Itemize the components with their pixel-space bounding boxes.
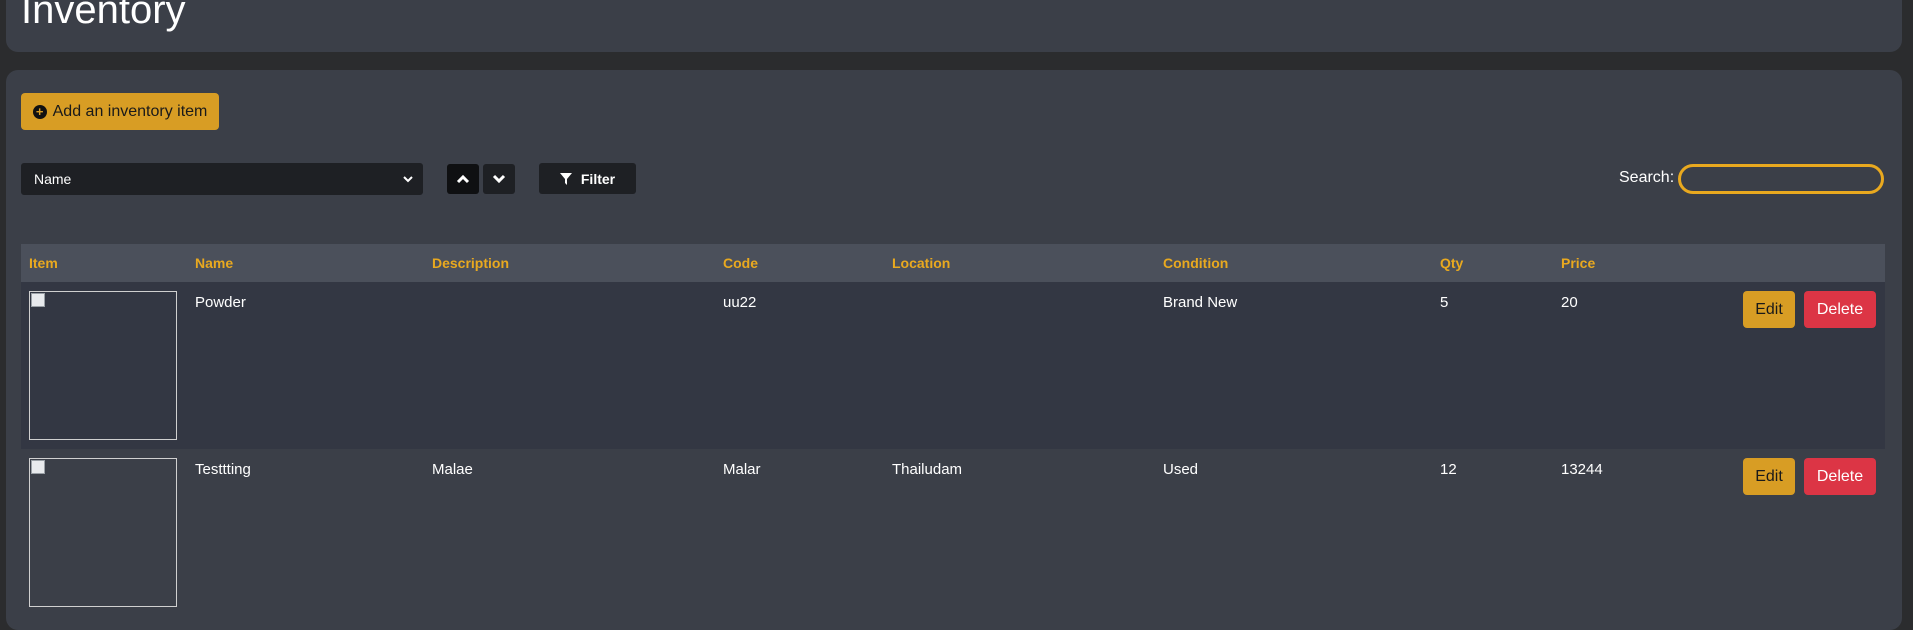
item-condition: Brand New (1163, 294, 1238, 311)
filter-icon (559, 172, 572, 185)
sort-ascending-button[interactable] (447, 164, 479, 194)
chevron-down-icon (403, 176, 413, 183)
broken-image-icon (31, 460, 45, 474)
item-qty: 5 (1440, 294, 1449, 311)
add-inventory-item-button[interactable]: + Add an inventory item (21, 93, 219, 130)
item-name: Powder (195, 294, 246, 311)
item-price: 20 (1561, 294, 1578, 311)
item-image[interactable] (29, 291, 177, 440)
add-inventory-item-label: Add an inventory item (52, 102, 208, 120)
item-location: Thailudam (892, 461, 963, 478)
table-header: Item Name Description Code Location Cond… (21, 244, 1885, 282)
delete-button[interactable]: Delete (1804, 458, 1876, 495)
column-header-item: Item (29, 255, 58, 271)
delete-button[interactable]: Delete (1804, 291, 1876, 328)
column-header-description: Description (432, 255, 510, 271)
item-code: uu22 (723, 294, 757, 311)
plus-circle-icon: + (32, 104, 47, 119)
filter-label: Filter (580, 170, 616, 187)
page-title: Inventory (21, 0, 186, 32)
table-row: Testtting Malae Malar Thailudam Used 12 … (21, 449, 1885, 619)
filter-button[interactable]: Filter (539, 163, 636, 194)
item-image[interactable] (29, 458, 177, 607)
chevron-down-icon (492, 174, 506, 184)
sort-descending-button[interactable] (483, 164, 515, 194)
item-price: 13244 (1561, 461, 1603, 478)
search-input[interactable] (1678, 164, 1884, 194)
column-header-name: Name (195, 255, 234, 271)
edit-button[interactable]: Edit (1743, 458, 1795, 495)
column-header-price: Price (1561, 255, 1596, 271)
item-code: Malar (723, 461, 761, 478)
column-header-qty: Qty (1440, 255, 1464, 271)
sort-field-value: Name (34, 171, 72, 187)
header-panel (6, 0, 1902, 52)
sort-field-select[interactable]: Name (21, 163, 423, 195)
chevron-up-icon (456, 174, 470, 184)
item-name: Testtting (195, 461, 251, 478)
broken-image-icon (31, 293, 45, 307)
search-label: Search: (1619, 169, 1675, 186)
item-description: Malae (432, 461, 473, 478)
item-qty: 12 (1440, 461, 1457, 478)
table-row: Powder uu22 Brand New 5 20 Edit Delete (21, 282, 1885, 449)
edit-button[interactable]: Edit (1743, 291, 1795, 328)
column-header-location: Location (892, 255, 951, 271)
item-condition: Used (1163, 461, 1199, 478)
column-header-code: Code (723, 255, 758, 271)
column-header-condition: Condition (1163, 255, 1229, 271)
